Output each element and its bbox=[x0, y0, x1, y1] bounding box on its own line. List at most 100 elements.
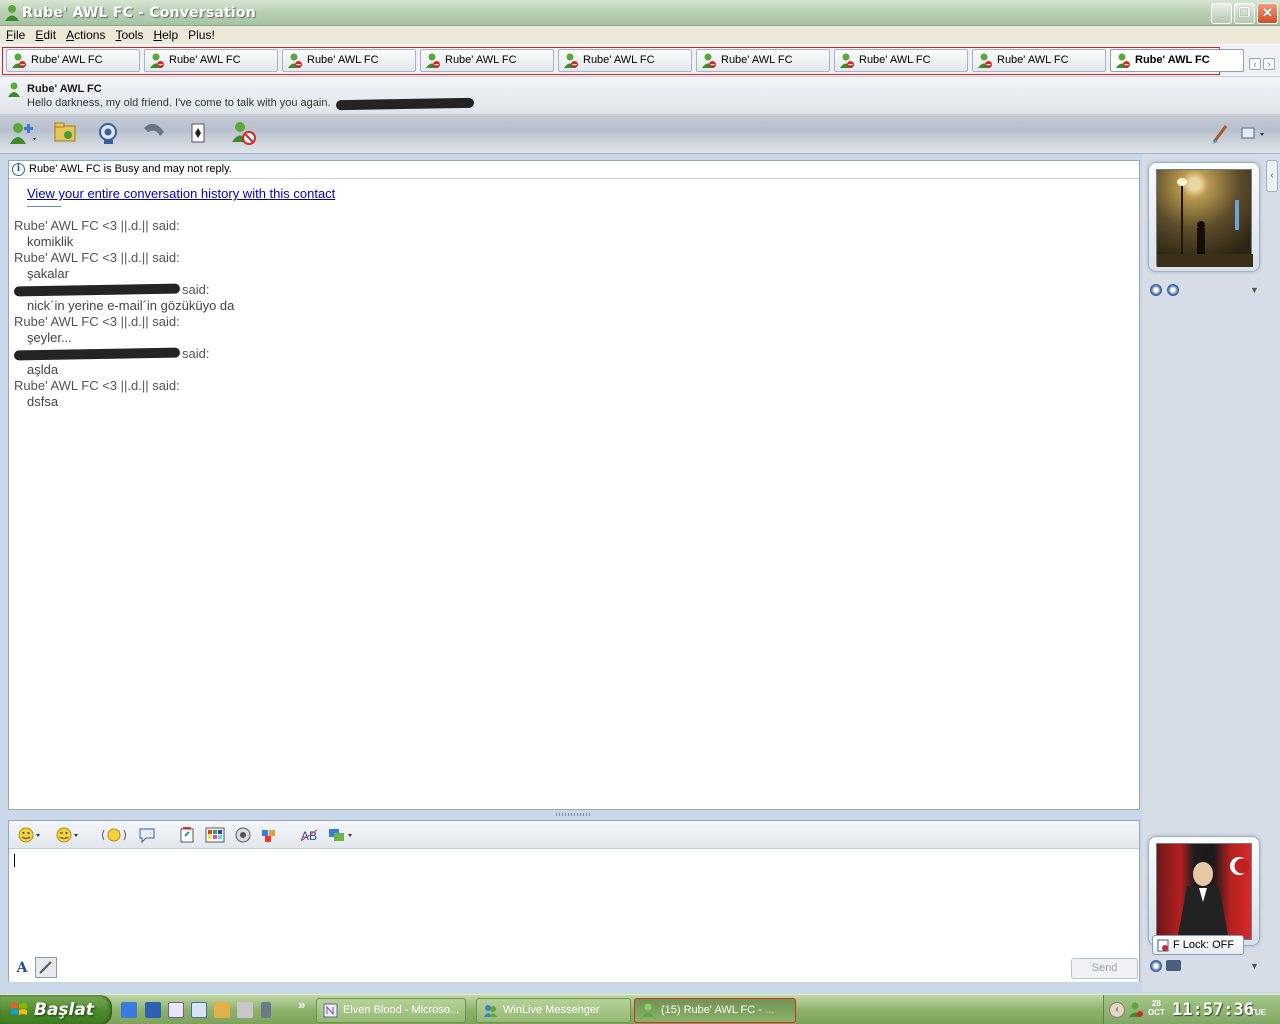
conversation-tabs: Rube' AWL FC Rube' AWL FC Rube' AWL FC Rube… bbox=[0, 45, 1280, 76]
minimize-button[interactable]: _ bbox=[1211, 3, 1232, 24]
ie-quicklaunch-icon[interactable] bbox=[121, 1002, 137, 1018]
send-button[interactable]: Send bbox=[1071, 958, 1138, 979]
menu-help[interactable]: Help bbox=[147, 26, 182, 42]
display-options-icon bbox=[1241, 127, 1264, 139]
wink-icon[interactable] bbox=[55, 826, 81, 844]
voice-call-button[interactable] bbox=[140, 120, 168, 148]
sender-label: Rube' AWL FC <3 ||.d.|| said: bbox=[14, 314, 180, 329]
tray-clock[interactable]: 11:57:36 bbox=[1172, 1000, 1254, 1020]
handwriting-button[interactable] bbox=[35, 957, 57, 978]
portrait-flag-image bbox=[1177, 857, 1250, 941]
webcam-blocked-icon[interactable] bbox=[1167, 284, 1179, 296]
windows-flag-icon bbox=[11, 1003, 27, 1015]
display-options-button[interactable] bbox=[1238, 120, 1266, 148]
spell-check-icon[interactable]: AB bbox=[299, 826, 319, 844]
message-text: aşlda bbox=[27, 362, 59, 377]
conversation-toolbar bbox=[0, 114, 1280, 154]
tray-messenger-icon[interactable] bbox=[1128, 1002, 1144, 1018]
tab-scroll-left-button[interactable]: ‹ bbox=[1249, 58, 1261, 70]
quicklaunch-overflow[interactable]: » bbox=[298, 997, 305, 1012]
send-files-button[interactable] bbox=[52, 120, 80, 148]
voice-call-icon bbox=[144, 123, 164, 136]
tab-conversation-5[interactable]: Rube' AWL FC bbox=[558, 49, 692, 72]
display-pictures-panel: ▼ ‹ F Lock: OFF ▼ bbox=[1142, 154, 1280, 992]
tab-label: Rube' AWL FC bbox=[859, 54, 931, 66]
menu-tools[interactable]: Tools bbox=[109, 26, 147, 42]
contact-display-picture-frame[interactable] bbox=[1148, 162, 1260, 272]
tray-expand-icon[interactable]: ‹ bbox=[1109, 1002, 1125, 1018]
my-display-picture-frame[interactable] bbox=[1148, 836, 1260, 946]
voice-clip-icon[interactable] bbox=[137, 826, 157, 844]
tab-conversation-4[interactable]: Rube' AWL FC bbox=[420, 49, 554, 72]
translate-icon[interactable] bbox=[327, 826, 355, 844]
tab-conversation-2[interactable]: Rube' AWL FC bbox=[144, 49, 278, 72]
ink-icon[interactable] bbox=[177, 826, 197, 844]
sender-label: Rube' AWL FC <3 ||.d.|| said: bbox=[14, 218, 180, 233]
menu-edit[interactable]: Edit bbox=[29, 26, 60, 42]
background-button[interactable] bbox=[1208, 120, 1236, 148]
camera-icon[interactable] bbox=[1166, 960, 1181, 971]
utility-quicklaunch-icon[interactable] bbox=[261, 1002, 271, 1018]
message-text: nick´in yerine e-mail´in gözüküyo da bbox=[27, 298, 235, 313]
tab-conversation-6[interactable]: Rube' AWL FC bbox=[696, 49, 830, 72]
pane-splitter-handle[interactable] bbox=[556, 813, 592, 816]
background-color-icon[interactable] bbox=[205, 826, 225, 844]
collapse-sidebar-button[interactable]: ‹ bbox=[1266, 160, 1278, 192]
f-lock-status[interactable]: F Lock: OFF bbox=[1152, 935, 1244, 955]
media-quicklaunch-icon[interactable] bbox=[237, 1002, 253, 1018]
tab-conversation-7[interactable]: Rube' AWL FC bbox=[834, 49, 968, 72]
status-notice: Rube' AWL FC is Busy and may not reply. bbox=[29, 163, 232, 175]
contact-busy-icon bbox=[288, 53, 302, 68]
tab-scroll-right-button[interactable]: › bbox=[1263, 58, 1275, 70]
tab-conversation-1[interactable]: Rube' AWL FC bbox=[6, 49, 140, 72]
contact-busy-icon bbox=[840, 53, 854, 68]
message-input[interactable] bbox=[9, 850, 1139, 954]
tab-label: Rube' AWL FC bbox=[1135, 54, 1210, 66]
onenote-quicklaunch-icon[interactable] bbox=[168, 1002, 184, 1018]
restore-icon: ❐ bbox=[1238, 5, 1251, 20]
tab-label: Rube' AWL FC bbox=[169, 54, 241, 66]
font-button[interactable]: A bbox=[13, 959, 31, 977]
start-button[interactable]: Başlat bbox=[0, 995, 112, 1024]
messenger-icon bbox=[5, 5, 19, 21]
taskbar-item-winlive-messenger[interactable]: WinLive Messenger bbox=[476, 998, 631, 1023]
tab-conversation-9[interactable]: Rube' AWL FC bbox=[1110, 49, 1244, 72]
redaction-scribble bbox=[335, 97, 475, 111]
games-button[interactable] bbox=[186, 120, 214, 148]
taskbar-item-elven-blood[interactable]: Elven Blood - Microso... bbox=[316, 998, 466, 1023]
winamp-quicklaunch-icon[interactable] bbox=[145, 1002, 161, 1018]
my-webcam-icon[interactable] bbox=[1150, 960, 1162, 972]
message-text: dsfsa bbox=[27, 394, 59, 409]
my-picture-options-dropdown[interactable]: ▼ bbox=[1250, 961, 1259, 971]
conversation-history-panel[interactable]: i Rube' AWL FC is Busy and may not reply… bbox=[8, 160, 1140, 810]
sound-icon[interactable] bbox=[233, 826, 253, 844]
emoticon-icon[interactable] bbox=[17, 826, 43, 844]
nudge-icon[interactable] bbox=[101, 826, 127, 844]
compose-bottom-bar: A Send bbox=[9, 954, 1139, 982]
message-sender-line: said: bbox=[13, 282, 1114, 298]
video-call-button[interactable] bbox=[96, 120, 124, 148]
sender-label: said: bbox=[182, 346, 210, 361]
menu-file[interactable]: File bbox=[0, 26, 29, 42]
webcam-icon[interactable] bbox=[1150, 284, 1162, 296]
pencil-icon bbox=[39, 961, 52, 974]
block-contact-button[interactable] bbox=[230, 120, 258, 148]
contact-picture-options-dropdown[interactable]: ▼ bbox=[1250, 285, 1259, 295]
folder-quicklaunch-icon[interactable] bbox=[214, 1002, 230, 1018]
share-icon[interactable] bbox=[259, 826, 279, 844]
taskbar-item-conversation[interactable]: (15) Rube' AWL FC - ... bbox=[634, 998, 796, 1023]
tab-conversation-8[interactable]: Rube' AWL FC bbox=[972, 49, 1106, 72]
messenger-buddies-icon bbox=[484, 1005, 497, 1017]
close-button[interactable]: ✕ bbox=[1257, 3, 1278, 24]
tab-conversation-3[interactable]: Rube' AWL FC bbox=[282, 49, 416, 72]
tray-weekday: TUE bbox=[1250, 1008, 1266, 1017]
conversation-history-link[interactable]: View your entire conversation history wi… bbox=[27, 186, 335, 201]
menu-actions[interactable]: Actions bbox=[60, 26, 109, 42]
menu-plus[interactable]: Plus! bbox=[182, 26, 219, 42]
restore-button[interactable]: ❐ bbox=[1234, 3, 1255, 24]
contact-busy-icon bbox=[12, 53, 26, 68]
redaction-scribble bbox=[13, 347, 181, 361]
calculator-quicklaunch-icon[interactable] bbox=[191, 1002, 207, 1018]
invite-contact-button[interactable] bbox=[8, 120, 36, 148]
menu-bar: File Edit Actions Tools Help Plus! bbox=[0, 26, 1280, 45]
